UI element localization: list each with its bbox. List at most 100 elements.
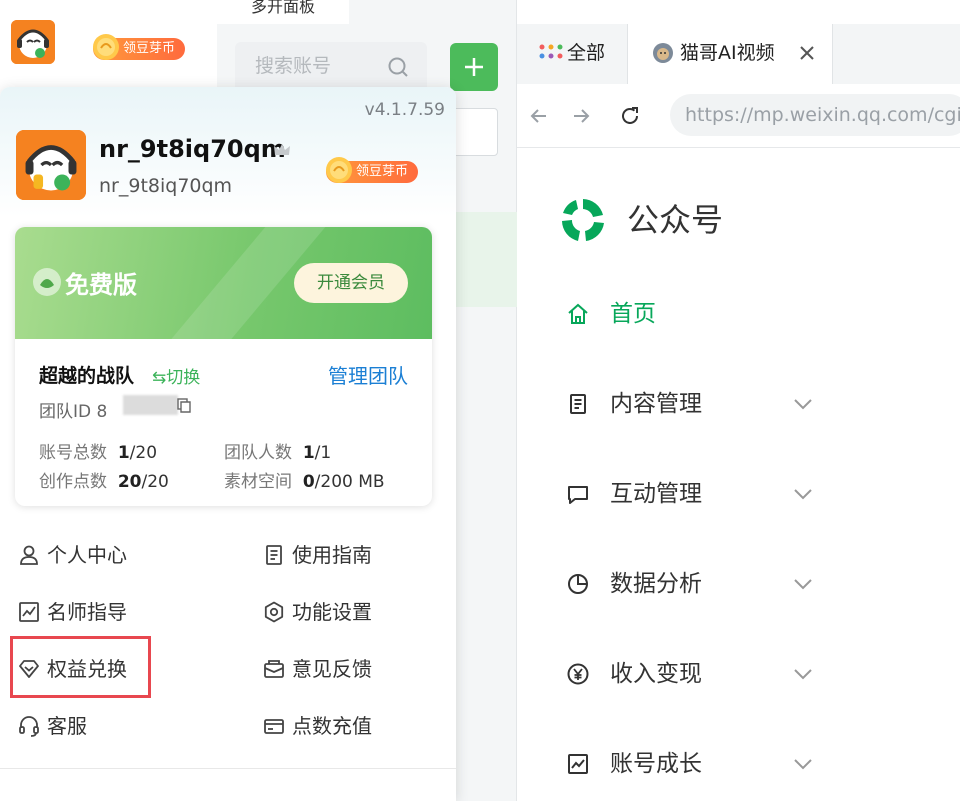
stat-label: 账号总数 xyxy=(39,443,107,463)
quick-link-label: 客服 xyxy=(47,714,87,738)
menu-item-label: 数据分析 xyxy=(610,571,702,597)
tab-multi-open[interactable]: 多开面板 xyxy=(217,0,349,24)
recharge-icon xyxy=(264,719,284,734)
menu-item-growth[interactable]: 账号成长 xyxy=(562,744,822,784)
menu-item-label: 账号成长 xyxy=(610,751,702,777)
quick-link-user-guide[interactable]: 使用指南 xyxy=(263,539,443,571)
search-icon[interactable] xyxy=(387,56,409,78)
stat-value: 20 xyxy=(117,472,142,492)
headset-icon xyxy=(19,716,39,737)
user-id: nr_9t8iq70qm xyxy=(99,175,233,197)
chevron-down-icon xyxy=(794,669,812,680)
menu-item-label: 首页 xyxy=(610,301,656,327)
menu-item-content[interactable]: 内容管理 xyxy=(562,384,822,424)
settings-icon xyxy=(264,601,284,623)
team-id: 团队ID 8 xyxy=(39,402,108,422)
quick-link-mentor-guidance[interactable]: 名师指导 xyxy=(18,596,218,628)
user-avatar[interactable] xyxy=(16,130,86,200)
quick-link-personal-center[interactable]: 个人中心 xyxy=(18,539,218,571)
crown-icon xyxy=(274,144,290,155)
menu-item-label: 收入变现 xyxy=(610,661,702,687)
tab-maoge-ai-video[interactable]: 猫哥AI视频 xyxy=(627,24,833,84)
panel-divider xyxy=(0,768,456,769)
user-name: nr_9t8iq70qm xyxy=(99,135,286,163)
close-icon[interactable] xyxy=(798,44,816,62)
menu-item-analytics[interactable]: 数据分析 xyxy=(562,564,822,604)
feedback-icon xyxy=(264,660,284,678)
avatar-face-icon xyxy=(11,20,55,64)
avatar-face-icon xyxy=(16,130,86,200)
refresh-icon[interactable] xyxy=(618,104,642,128)
quick-link-recharge-points[interactable]: 点数充值 xyxy=(263,710,443,742)
menu-item-label: 内容管理 xyxy=(610,391,702,417)
quick-link-settings[interactable]: 功能设置 xyxy=(263,596,443,628)
quick-link-label: 个人中心 xyxy=(47,543,127,567)
tab-all[interactable]: 全部 xyxy=(517,24,627,84)
chart-board-icon xyxy=(19,602,39,622)
growth-icon xyxy=(568,754,588,774)
page-title: 公众号 xyxy=(627,201,724,239)
bean-coin-badge[interactable]: 领豆芽币 xyxy=(326,157,419,183)
quick-link-label: 意见反馈 xyxy=(292,657,372,681)
stat-material-space: 素材空间 0/200 MB xyxy=(224,467,385,492)
app-avatar[interactable] xyxy=(11,20,55,64)
plan-banner: 免费版 开通会员 xyxy=(15,227,432,367)
chevron-down-icon xyxy=(794,579,812,590)
bean-badge-label: 领豆芽币 xyxy=(123,41,176,56)
menu-item-monetization[interactable]: 收入变现 xyxy=(562,654,822,694)
highlight-annotation-box xyxy=(10,636,151,698)
quick-link-label: 名师指导 xyxy=(47,600,127,624)
stat-total: /1 xyxy=(314,443,332,463)
quick-link-customer-service[interactable]: 客服 xyxy=(18,710,218,742)
copy-icon[interactable] xyxy=(177,398,191,413)
stat-total: /20 xyxy=(129,443,158,463)
cat-avatar-icon xyxy=(653,43,673,63)
forward-arrow-icon[interactable] xyxy=(569,104,593,128)
address-bar[interactable]: https://mp.weixin.qq.com/cgi- xyxy=(670,94,960,136)
stat-total: /200 MB xyxy=(314,472,385,492)
app-version: v4.1.7.59 xyxy=(364,100,445,120)
stat-account-total: 账号总数 1/20 xyxy=(39,438,157,463)
user-icon xyxy=(20,545,38,565)
quick-link-feedback[interactable]: 意见反馈 xyxy=(263,653,443,685)
quick-link-label: 点数充值 xyxy=(292,714,372,738)
menu-item-label: 互动管理 xyxy=(610,481,702,507)
quick-link-label: 功能设置 xyxy=(292,600,372,624)
stat-value: 0 xyxy=(302,472,315,492)
pie-chart-icon xyxy=(568,574,588,594)
tab-multi-open-label: 多开面板 xyxy=(250,0,315,16)
stat-total: /20 xyxy=(141,472,169,492)
open-membership-button[interactable]: 开通会员 xyxy=(294,263,408,303)
chevron-down-icon xyxy=(794,399,812,410)
guide-icon xyxy=(266,545,282,565)
chat-icon xyxy=(568,486,588,504)
bean-coin-icon xyxy=(93,34,119,60)
back-arrow-icon[interactable] xyxy=(527,104,551,128)
menu-item-interaction[interactable]: 互动管理 xyxy=(562,474,822,514)
stat-value: 1 xyxy=(117,443,130,463)
stat-label: 创作点数 xyxy=(39,472,107,492)
tab-all-label: 全部 xyxy=(567,42,606,64)
team-name: 超越的战队 xyxy=(39,365,135,387)
manage-team-link[interactable]: 管理团队 xyxy=(328,360,408,389)
document-icon xyxy=(570,394,586,414)
account-search xyxy=(235,42,427,92)
stat-creation-points: 创作点数 20/20 xyxy=(39,467,169,492)
stat-value: 1 xyxy=(302,443,315,463)
chevron-down-icon xyxy=(794,759,812,770)
stat-member-count: 团队人数 1/1 xyxy=(224,438,331,463)
switch-team-link[interactable]: ⇆切换 xyxy=(152,363,200,388)
plan-label: 免费版 xyxy=(65,271,137,299)
add-account-button[interactable] xyxy=(450,43,498,91)
tab-active-label: 猫哥AI视频 xyxy=(680,42,775,64)
stat-label: 团队人数 xyxy=(224,443,292,463)
menu-item-home[interactable]: 首页 xyxy=(562,294,822,334)
bean-coin-badge[interactable]: 领豆芽币 xyxy=(93,34,186,60)
quick-link-label: 使用指南 xyxy=(292,543,372,567)
grid-dots-icon xyxy=(539,44,563,59)
stat-label: 素材空间 xyxy=(224,472,292,492)
wechat-official-account-logo-icon xyxy=(562,199,604,241)
leaf-badge-icon xyxy=(33,268,61,296)
yen-icon xyxy=(567,663,589,685)
home-icon xyxy=(568,303,588,324)
